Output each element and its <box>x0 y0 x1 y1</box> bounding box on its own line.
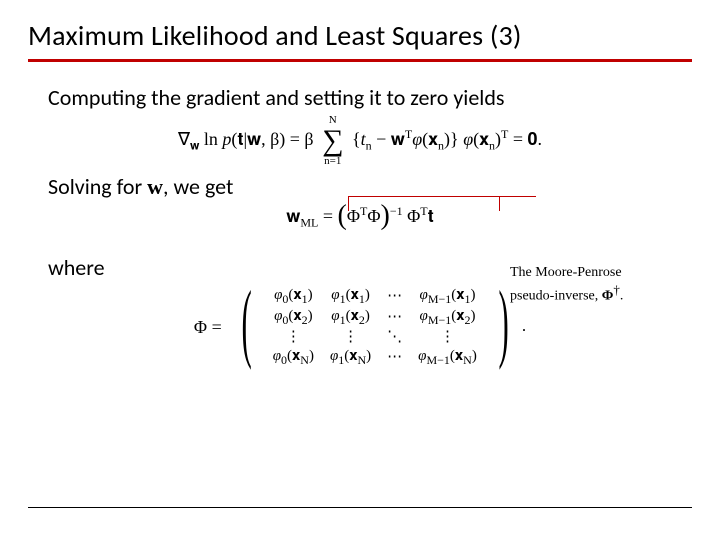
title-underline <box>28 59 692 62</box>
wml-equation: 𝐰ML = (ΦTΦ)−1 ΦT𝐭 <box>286 202 433 234</box>
solving-sentence: Solving for w, we get <box>48 173 233 200</box>
gradient-equation: ∇𝐰 ln p(𝐭|𝐰, β) = β N ∑ n=1 {tn − 𝐰Tφ(𝐱n… <box>28 115 692 167</box>
gradient-sentence: Computing the gradient and setting it to… <box>48 84 692 111</box>
slide-title: Maximum Likelihood and Least Squares (3) <box>28 18 692 53</box>
footer-rule <box>28 507 692 508</box>
moore-penrose-callout: The Moore-Penrose pseudo-inverse, Φ†. <box>510 264 686 305</box>
